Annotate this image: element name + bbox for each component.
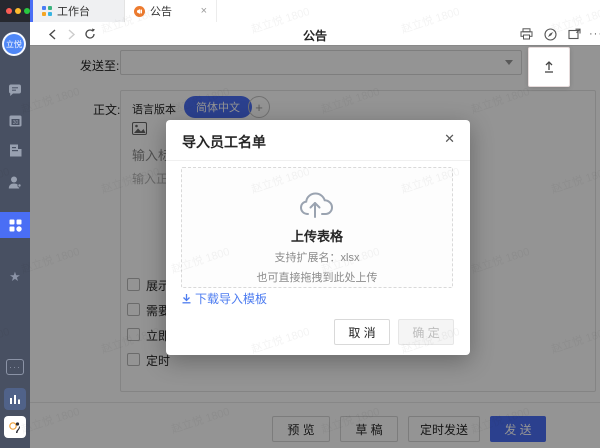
sidebar-item-contacts[interactable]: [0, 169, 30, 195]
printer-icon[interactable]: [518, 26, 534, 42]
app-window: 工作台 公告 × 公告 ···: [0, 0, 600, 448]
titlebar-traffic-lights: [0, 0, 30, 22]
sidebar-item-workbench[interactable]: [0, 212, 30, 238]
tab-announcement[interactable]: 公告 ×: [125, 0, 217, 22]
compass-icon[interactable]: [542, 26, 558, 42]
nav-bar: 公告 ···: [30, 22, 600, 46]
calendar-icon: 30: [9, 115, 21, 126]
close-window-button[interactable]: [6, 8, 12, 14]
download-template-link[interactable]: 下载导入模板: [181, 290, 267, 307]
contacts-icon: [8, 176, 22, 188]
open-in-window-icon[interactable]: [566, 26, 582, 42]
page-title: 公告: [302, 29, 327, 43]
sidebar-item-tasks[interactable]: [0, 137, 30, 163]
sidebar-item-custom-app[interactable]: [4, 416, 26, 438]
confirm-button-disabled[interactable]: 确 定: [398, 319, 454, 345]
bar-chart-icon: [10, 394, 20, 404]
workbench-grid-icon: [42, 6, 52, 16]
download-icon: [182, 294, 191, 304]
download-template-label: 下载导入模板: [195, 292, 268, 306]
sidebar-item-chat[interactable]: [0, 77, 30, 103]
upload-extension-hint: 支持扩展名：xlsx: [274, 252, 360, 264]
sidebar-item-calendar[interactable]: 30: [0, 107, 30, 133]
upload-icon: [545, 61, 553, 73]
modal-header: 导入员工名单 ✕: [166, 120, 470, 161]
avatar[interactable]: 立悦: [2, 32, 26, 56]
cancel-button[interactable]: 取 消: [334, 319, 390, 345]
tab-workbench[interactable]: 工作台: [33, 0, 125, 22]
import-upload-button[interactable]: [528, 47, 570, 87]
tab-bar: 工作台 公告 ×: [30, 0, 600, 23]
workbench-icon: [9, 219, 22, 232]
more-apps-icon: ···: [6, 359, 24, 375]
star-icon: ★: [9, 269, 21, 284]
tab-announcement-label: 公告: [150, 6, 172, 18]
sidebar-item-more[interactable]: ···: [0, 354, 30, 380]
import-employee-modal: 导入员工名单 ✕ 上传表格 支持扩展名：xlsx 也可直接拖拽到此处上传 下载导…: [166, 120, 470, 355]
upload-dropzone[interactable]: 上传表格 支持扩展名：xlsx 也可直接拖拽到此处上传: [181, 167, 453, 288]
sidebar-item-favorites[interactable]: ★: [0, 264, 30, 290]
upload-title: 上传表格: [290, 229, 343, 244]
sidebar-item-analytics[interactable]: [4, 388, 26, 410]
chat-icon: [9, 84, 21, 96]
tab-close-icon[interactable]: ×: [201, 5, 207, 17]
cloud-upload-icon: [299, 192, 334, 218]
upload-drag-hint: 也可直接拖拽到此处上传: [256, 272, 378, 284]
more-icon[interactable]: ···: [588, 26, 600, 42]
minimize-window-button[interactable]: [15, 8, 21, 14]
modal-close-icon[interactable]: ✕: [444, 132, 455, 145]
sidebar: 立悦 30 ★ ···: [0, 22, 30, 448]
tasks-flag-icon: [9, 144, 21, 156]
custom-app-icon: [9, 422, 20, 433]
modal-title: 导入员工名单: [182, 134, 266, 150]
tab-workbench-label: 工作台: [57, 6, 90, 18]
announcement-icon: [134, 5, 145, 17]
svg-text:30: 30: [12, 120, 18, 126]
